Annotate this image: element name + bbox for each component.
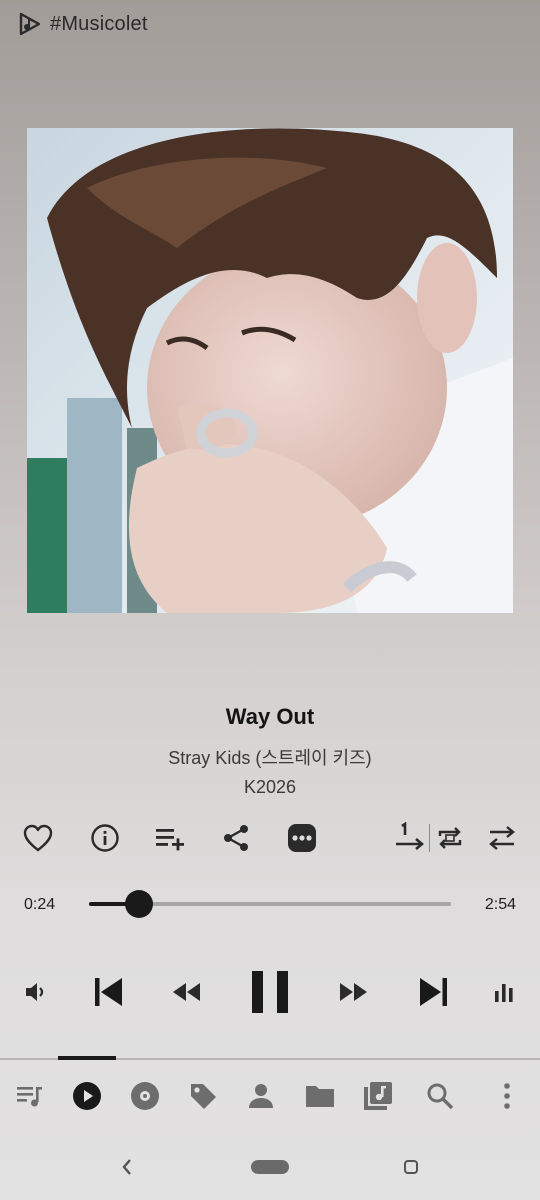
share-icon[interactable] <box>218 820 254 856</box>
album-art[interactable] <box>27 128 513 613</box>
albums-tab-icon[interactable] <box>129 1080 161 1112</box>
song-title: Way Out <box>225 704 315 729</box>
recents-nav-icon[interactable] <box>396 1152 426 1182</box>
repeat-queue-icon[interactable] <box>432 820 468 856</box>
seek-thumb[interactable] <box>124 890 153 918</box>
fast-forward-icon[interactable] <box>334 974 374 1010</box>
total-duration: 2:54 <box>484 896 516 913</box>
heart-icon[interactable] <box>20 820 56 856</box>
overflow-menu-icon[interactable] <box>491 1080 523 1112</box>
album-name[interactable]: K2026 <box>0 777 540 798</box>
repeat-one-icon[interactable] <box>392 820 428 856</box>
seek-bar[interactable] <box>89 890 451 918</box>
skip-next-icon[interactable] <box>412 970 456 1014</box>
search-tab-icon[interactable] <box>424 1080 456 1112</box>
home-nav-pill[interactable] <box>251 1160 289 1174</box>
shuffle-icon[interactable] <box>484 820 520 856</box>
app-header: #Musicolet <box>0 0 540 48</box>
equalizer-icon[interactable] <box>488 974 520 1010</box>
more-options-icon[interactable] <box>284 820 320 856</box>
artists-tab-icon[interactable] <box>245 1080 277 1112</box>
system-navigation-bar <box>0 1140 540 1196</box>
add-to-queue-icon[interactable] <box>152 820 188 856</box>
musicolet-logo-icon <box>18 12 42 36</box>
active-tab-indicator <box>58 1056 116 1060</box>
info-icon[interactable] <box>87 820 123 856</box>
folders-tab-icon[interactable] <box>304 1080 336 1112</box>
tags-tab-icon[interactable] <box>187 1080 219 1112</box>
elapsed-time: 0:24 <box>24 896 56 913</box>
volume-icon[interactable] <box>20 974 52 1010</box>
queue-tab-icon[interactable] <box>14 1080 46 1112</box>
pause-icon[interactable] <box>244 964 296 1020</box>
artist-name[interactable]: Stray Kids (스트레이 키즈) <box>0 744 540 770</box>
back-nav-icon[interactable] <box>112 1152 142 1182</box>
rewind-icon[interactable] <box>166 974 206 1010</box>
skip-previous-icon[interactable] <box>86 970 130 1014</box>
app-title: #Musicolet <box>50 13 148 35</box>
now-playing-tab-icon[interactable] <box>71 1080 103 1112</box>
divider <box>429 824 430 852</box>
playlists-tab-icon[interactable] <box>362 1080 394 1112</box>
